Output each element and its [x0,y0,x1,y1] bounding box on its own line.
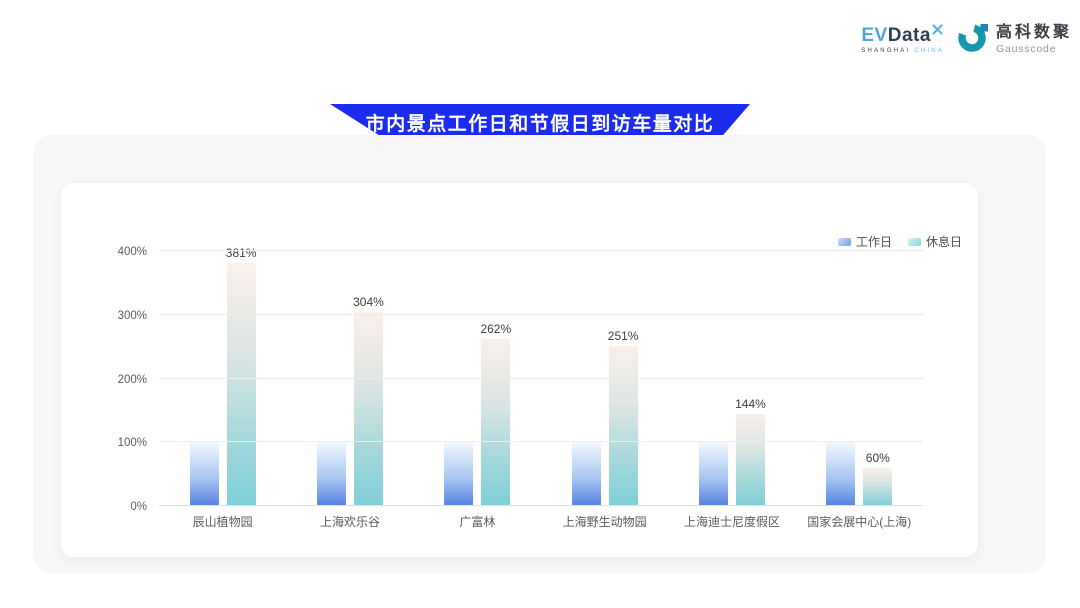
bar-group: 144% [668,251,795,506]
gausscode-logo: 高科数聚 Gausscode [958,20,1072,59]
x-tick-label: 辰山植物园 [159,513,286,530]
y-tick-label: 400% [61,246,147,258]
bar-restday[interactable]: 262% [481,339,510,506]
legend-swatch-icon [908,238,921,246]
chart-panel: 工作日 休息日 381% 304% 262% 251% 144% 60% 辰山植物园上海欢乐… [33,135,1046,573]
bar-group: 251% [541,251,668,506]
evdata-x-icon [932,23,943,39]
bar-workday[interactable] [190,442,219,506]
x-tick-label: 上海迪士尼度假区 [668,513,795,530]
x-tick-label: 上海野生动物园 [541,513,668,530]
bar-workday[interactable] [699,442,728,506]
page-title: 市内景点工作日和节假日到访车量对比 [366,109,715,136]
gridline [159,378,923,379]
x-labels: 辰山植物园上海欢乐谷广富林上海野生动物园上海迪士尼度假区国家会展中心(上海) [159,513,923,530]
bar-value-label: 60% [866,451,890,465]
y-tick-label: 0% [61,501,147,513]
legend-item[interactable]: 工作日 [838,233,892,250]
bar-restday[interactable]: 144% [736,414,765,506]
header-logos: EVData SHANGHAI CHINA 高科数聚 Gausscode [861,20,1072,59]
bar-group: 60% [796,251,923,506]
bar-value-label: 381% [226,246,257,260]
chart-card: 工作日 休息日 381% 304% 262% 251% 144% 60% 辰山植物园上海欢乐… [60,182,979,558]
y-tick-label: 200% [61,374,147,386]
bands: 381% 304% 262% 251% 144% 60% [159,251,923,506]
bar-group: 304% [286,251,413,506]
bar-workday[interactable] [444,442,473,506]
legend: 工作日 休息日 [838,233,962,250]
bar-workday[interactable] [317,442,346,506]
bar-value-label: 144% [735,397,766,411]
y-tick-label: 100% [61,437,147,449]
gausscode-text: 高科数聚 Gausscode [996,24,1072,54]
evdata-subtext: SHANGHAI CHINA [861,48,944,54]
plot-area: 381%304%262%251%144%60% 辰山植物园上海欢乐谷广富林上海野… [159,251,923,506]
page: EVData SHANGHAI CHINA 高科数聚 Gausscode [0,0,1080,608]
bar-workday[interactable] [572,442,601,506]
gausscode-g-icon [958,20,990,59]
x-tick-label: 国家会展中心(上海) [796,513,923,530]
bar-workday[interactable] [826,442,855,506]
x-tick-label: 上海欢乐谷 [286,513,413,530]
bar-restday[interactable]: 381% [227,263,256,506]
bar-value-label: 304% [353,295,384,309]
bar-value-label: 262% [480,322,511,336]
evdata-data-text: Data [888,26,931,45]
bar-group: 381% [159,251,286,506]
gausscode-en-name: Gausscode [996,43,1072,55]
bar-restday[interactable]: 251% [609,346,638,506]
legend-label: 工作日 [856,233,892,250]
legend-item[interactable]: 休息日 [908,233,962,250]
gausscode-cn-name: 高科数聚 [996,24,1072,42]
bar-value-label: 251% [608,329,639,343]
y-tick-label: 300% [61,310,147,322]
evdata-logo: EVData SHANGHAI CHINA [861,26,944,54]
legend-swatch-icon [838,238,851,246]
x-tick-label: 广富林 [414,513,541,530]
evdata-wordmark: EVData [861,26,944,45]
gridline [159,250,923,251]
bar-restday[interactable]: 304% [354,312,383,506]
gridline [159,441,923,442]
bar-group: 262% [414,251,541,506]
bar-restday[interactable]: 60% [863,468,892,506]
gridline [159,314,923,315]
legend-label: 休息日 [926,233,962,250]
evdata-ev-text: EV [861,26,887,45]
gridline [159,505,923,506]
